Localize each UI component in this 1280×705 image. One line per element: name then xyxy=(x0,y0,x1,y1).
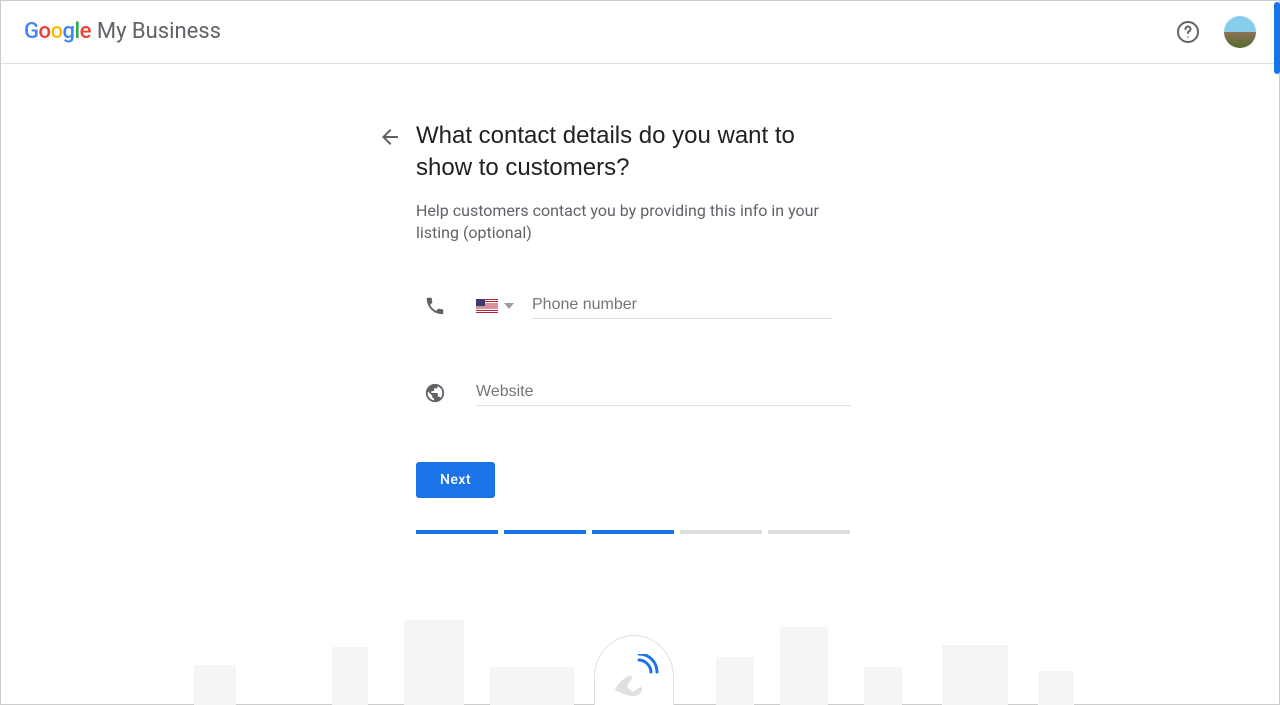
next-button[interactable]: Next xyxy=(416,462,495,498)
logo-letter: e xyxy=(80,19,91,44)
building-silhouette xyxy=(1038,671,1074,705)
progress-step xyxy=(504,530,586,534)
progress-step xyxy=(768,530,850,534)
google-logo: Google xyxy=(24,19,91,44)
building-silhouette xyxy=(864,667,902,705)
product-name: My Business xyxy=(97,19,221,44)
avatar[interactable] xyxy=(1224,16,1256,48)
logo-letter: G xyxy=(24,19,39,44)
progress-step xyxy=(680,530,762,534)
phone-ringing-illustration xyxy=(594,635,674,705)
footer-illustration xyxy=(0,620,1276,705)
flag-us-icon xyxy=(476,299,498,313)
help-icon[interactable] xyxy=(1176,20,1200,44)
header-brand: Google My Business xyxy=(24,19,221,44)
building-silhouette xyxy=(404,620,464,705)
website-field-row xyxy=(424,379,856,406)
form-container: What contact details do you want to show… xyxy=(376,120,856,534)
building-silhouette xyxy=(490,667,574,705)
building-silhouette xyxy=(332,647,368,705)
main-content: What contact details do you want to show… xyxy=(0,64,1280,534)
page-subheading: Help customers contact you by providing … xyxy=(416,200,820,244)
logo-letter: o xyxy=(39,19,51,44)
scrollbar[interactable] xyxy=(1274,2,1280,74)
phone-icon xyxy=(424,295,446,317)
building-silhouette xyxy=(942,645,1008,705)
phone-field-row xyxy=(424,292,856,319)
page-heading: What contact details do you want to show… xyxy=(416,120,856,184)
logo-letter: o xyxy=(50,19,62,44)
app-header: Google My Business xyxy=(0,0,1280,64)
header-actions xyxy=(1176,16,1256,48)
building-silhouette xyxy=(194,665,236,705)
building-silhouette xyxy=(716,657,754,705)
globe-icon xyxy=(424,382,446,404)
country-code-selector[interactable] xyxy=(476,299,514,313)
website-input[interactable] xyxy=(476,379,851,406)
phone-input[interactable] xyxy=(532,292,832,319)
progress-bar xyxy=(416,530,856,534)
progress-step xyxy=(592,530,674,534)
back-arrow-icon[interactable] xyxy=(378,125,402,149)
progress-step xyxy=(416,530,498,534)
logo-letter: g xyxy=(62,19,74,44)
chevron-down-icon xyxy=(504,303,514,309)
building-silhouette xyxy=(780,627,828,705)
